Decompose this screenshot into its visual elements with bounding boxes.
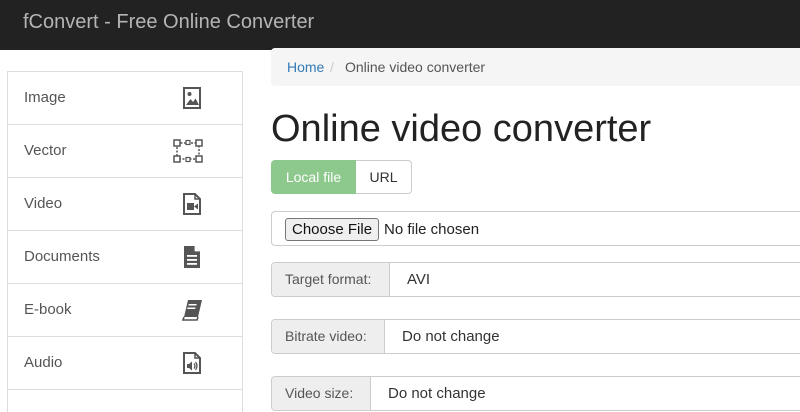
top-navbar: fConvert - Free Online Converter (0, 0, 800, 50)
video-size-label: Video size: (272, 377, 371, 410)
audio-file-icon (180, 351, 204, 375)
video-file-icon (180, 192, 204, 216)
sidebar-item-label: Documents (24, 248, 100, 265)
breadcrumb-separator: / (330, 59, 334, 75)
target-format-field[interactable]: Target format: AVI (271, 262, 800, 297)
book-icon (180, 298, 204, 322)
target-format-select[interactable]: AVI (407, 263, 430, 296)
sidebar-item-image[interactable]: Image (8, 72, 242, 125)
vector-icon (173, 139, 203, 163)
page-title: Online video converter (271, 108, 652, 150)
image-icon (180, 86, 204, 110)
bitrate-video-field[interactable]: Bitrate video: Do not change (271, 319, 800, 354)
breadcrumb-home-link[interactable]: Home (287, 48, 324, 86)
document-icon (180, 245, 204, 269)
breadcrumb: Home / Online video converter (271, 48, 800, 86)
sidebar-item-documents[interactable]: Documents (8, 231, 242, 284)
site-brand[interactable]: fConvert - Free Online Converter (23, 0, 314, 44)
sidebar-item-label: Audio (24, 354, 63, 371)
sidebar-item-audio[interactable]: Audio (8, 337, 242, 390)
breadcrumb-current: Online video converter (345, 59, 486, 75)
sidebar-item-label: E-book (24, 301, 72, 318)
video-size-select[interactable]: Do not change (388, 377, 486, 410)
tab-local-file[interactable]: Local file (271, 160, 356, 194)
target-format-label: Target format: (272, 263, 390, 296)
sidebar-item-label: Image (24, 89, 66, 106)
bitrate-video-label: Bitrate video: (272, 320, 385, 353)
file-upload-field: Choose File No file chosen (271, 211, 800, 246)
category-sidebar: Image Vector Video Documents E-book Audi… (7, 71, 243, 412)
sidebar-item-ebook[interactable]: E-book (8, 284, 242, 337)
bitrate-video-select[interactable]: Do not change (402, 320, 500, 353)
sidebar-item-label: Video (24, 195, 63, 212)
choose-file-button[interactable]: Choose File (285, 218, 380, 241)
sidebar-item-vector[interactable]: Vector (8, 125, 242, 178)
video-size-field[interactable]: Video size: Do not change (271, 376, 800, 411)
sidebar-item-video[interactable]: Video (8, 178, 242, 231)
file-status-text: No file chosen (384, 221, 480, 238)
sidebar-item-label: Vector (24, 142, 67, 159)
tab-url[interactable]: URL (356, 160, 412, 194)
